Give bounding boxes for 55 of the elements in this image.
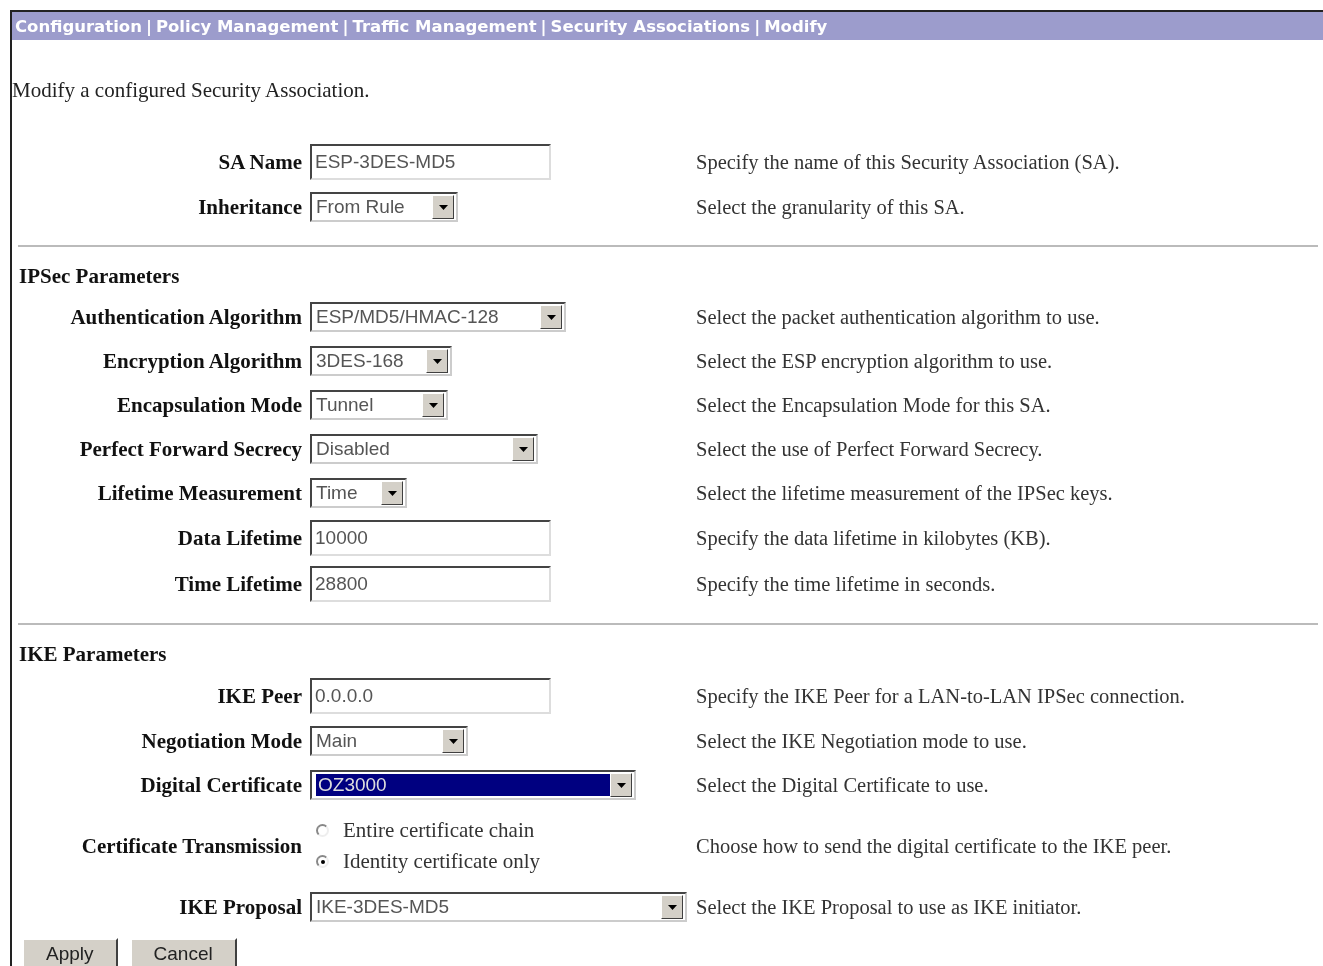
dropdown[interactable]: ESP/MD5/HMAC-128 [310, 302, 566, 332]
radio-button[interactable] [316, 824, 329, 837]
dropdown[interactable]: Main [310, 726, 468, 756]
dropdown[interactable]: Time [310, 478, 407, 508]
help-text: Select the ESP encryption algorithm to use. [696, 349, 1054, 373]
radio-button[interactable] [316, 855, 329, 868]
field-label: Encapsulation Mode [116, 392, 303, 418]
help-text: Specify the time lifetime in seconds. [696, 572, 997, 596]
field-label: IKE Peer [216, 683, 303, 709]
help-text: Select the granularity of this SA. [696, 195, 966, 219]
dropdown[interactable]: OZ3000 [310, 770, 636, 800]
intro-text: Modify a configured Security Association. [12, 78, 371, 102]
text-field[interactable]: 10000 [310, 520, 551, 556]
field-label: Authentication Algorithm [69, 304, 303, 330]
selected-value: OZ3000 [316, 774, 610, 796]
field-label: Perfect Forward Secrecy [78, 436, 303, 462]
field-label: Encryption Algorithm [102, 348, 303, 374]
section-title: IKE Parameters [18, 641, 168, 668]
dropdown[interactable]: IKE-3DES-MD5 [310, 892, 687, 922]
dropdown[interactable]: Tunnel [310, 390, 448, 420]
separator: | [342, 16, 349, 36]
text-field[interactable]: ESP-3DES-MD5 [310, 144, 551, 180]
field-label: Inheritance [197, 194, 303, 220]
help-text: Select the Digital Certificate to use. [696, 773, 990, 797]
form-button[interactable]: Apply [22, 938, 118, 966]
help-text: Specify the IKE Peer for a LAN-to-LAN IPSec connection. [696, 684, 1186, 708]
separator: | [540, 16, 547, 36]
field-label: SA Name [217, 149, 303, 175]
field-label: Certificate Transmission [80, 833, 303, 859]
separator: | [754, 16, 761, 36]
field-label: Lifetime Measurement [96, 480, 303, 506]
field-label: Time Lifetime [173, 571, 303, 597]
help-text: Specify the name of this Security Association (SA). [696, 150, 1121, 174]
radio-label[interactable]: Identity certificate only [343, 849, 541, 874]
help-text: Select the packet authentication algorithm to use. [696, 305, 1101, 329]
text-field[interactable]: 0.0.0.0 [310, 678, 551, 714]
help-text: Select the lifetime measurement of the IPSec keys. [696, 481, 1114, 505]
radio-label[interactable]: Entire certificate chain [343, 818, 535, 843]
help-text: Specify the data lifetime in kilobytes (KB). [696, 526, 1052, 550]
form-button[interactable]: Cancel [129, 938, 237, 966]
dropdown[interactable]: Disabled [310, 434, 538, 464]
help-text: Select the Encapsulation Mode for this SA. [696, 393, 1052, 417]
dropdown[interactable]: 3DES-168 [310, 346, 452, 376]
help-text: Select the IKE Negotiation mode to use. [696, 729, 1028, 753]
field-label: Negotiation Mode [140, 728, 303, 754]
text-field[interactable]: 28800 [310, 566, 551, 602]
help-text: Choose how to send the digital certificate to the IKE peer. [696, 834, 1173, 858]
dropdown[interactable]: From Rule [310, 192, 458, 222]
help-text: Select the use of Perfect Forward Secrecy. [696, 437, 1044, 461]
section-title: IPSec Parameters [18, 263, 181, 290]
field-label: IKE Proposal [178, 894, 303, 920]
field-label: Data Lifetime [176, 525, 303, 551]
help-text: Select the IKE Proposal to use as IKE initiator. [696, 895, 1083, 919]
field-label: Digital Certificate [139, 772, 303, 798]
separator: | [145, 16, 152, 36]
